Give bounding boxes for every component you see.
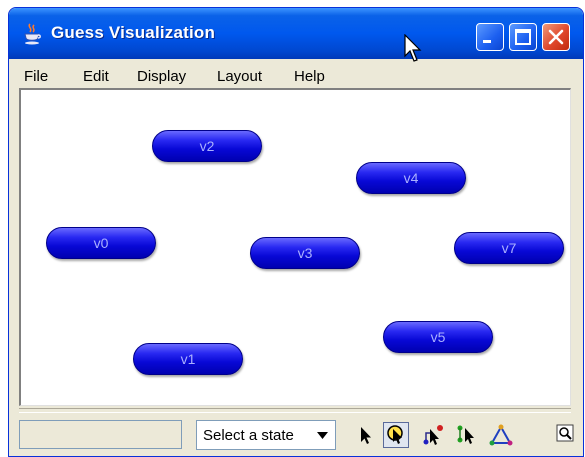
graph-canvas[interactable]: v2 v4 v0 v3 v7 v5 v1 — [19, 88, 571, 406]
graph-node[interactable]: v4 — [356, 162, 466, 194]
menu-edit[interactable]: Edit — [83, 68, 109, 85]
pointer-tool-button[interactable] — [352, 422, 378, 448]
close-button[interactable] — [542, 23, 570, 51]
menu-help[interactable]: Help — [294, 68, 325, 85]
java-cup-icon — [24, 23, 41, 45]
menu-file[interactable]: File — [24, 68, 48, 85]
close-icon — [548, 29, 564, 45]
status-field — [19, 420, 182, 449]
node-drag-icon — [423, 425, 443, 445]
layout-icon — [489, 424, 513, 446]
graph-node[interactable]: v0 — [46, 227, 156, 259]
menu-display[interactable]: Display — [137, 68, 186, 85]
graph-node[interactable]: v2 — [152, 130, 262, 162]
zoom-select-icon — [387, 425, 403, 444]
graph-node[interactable]: v3 — [250, 237, 360, 269]
graph-node[interactable]: v5 — [383, 321, 493, 353]
title-bar[interactable]: Guess Visualization — [9, 8, 583, 59]
splitter[interactable] — [19, 408, 571, 413]
maximize-button[interactable] — [509, 23, 537, 51]
edge-select-tool-button[interactable] — [454, 422, 480, 448]
graph-node[interactable]: v1 — [133, 343, 243, 375]
window-title: Guess Visualization — [51, 23, 216, 42]
minimize-icon — [483, 40, 491, 43]
maximize-icon — [515, 29, 531, 45]
state-select-value: Select a state — [203, 427, 294, 444]
layout-tool-button[interactable] — [488, 422, 514, 448]
edge-select-icon — [457, 425, 474, 444]
chevron-down-icon — [317, 432, 328, 439]
pointer-icon — [361, 427, 371, 444]
zoom-fit-icon[interactable] — [556, 424, 574, 442]
zoom-select-tool-button[interactable] — [383, 422, 409, 448]
mouse-cursor-icon — [404, 34, 422, 62]
state-select[interactable]: Select a state — [196, 420, 336, 450]
node-drag-tool-button[interactable] — [421, 422, 447, 448]
menu-layout[interactable]: Layout — [217, 68, 262, 85]
minimize-button[interactable] — [476, 23, 504, 51]
graph-node[interactable]: v7 — [454, 232, 564, 264]
